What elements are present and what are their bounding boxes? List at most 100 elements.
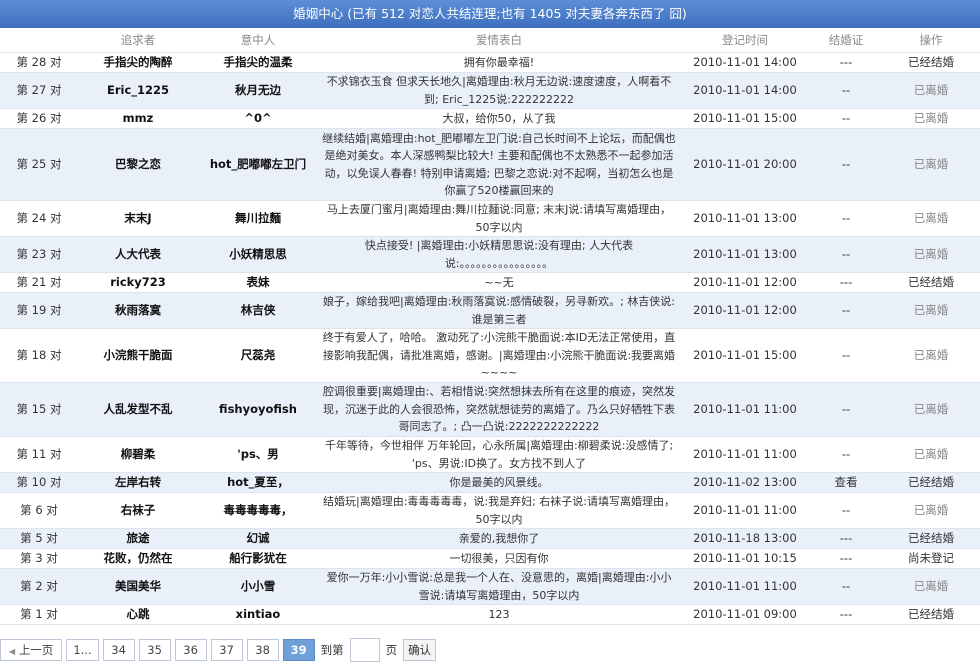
- suitor-name[interactable]: 心跳: [78, 604, 198, 625]
- page-unit-label: 页: [385, 643, 398, 657]
- beloved-name[interactable]: xintiao: [198, 604, 318, 625]
- register-date: 2010-11-01 11:00: [680, 382, 810, 437]
- table-row: 第 3 对花败，仍然在 船行影犹在 一切很美，只因有你 2010-11-01 10:1…: [0, 548, 980, 569]
- table-row: 第 18 对小浣熊干脆面 尺蕊尧 终于有爱人了，哈哈。 激动死了:小浣熊干脆面说:本…: [0, 328, 980, 383]
- certificate-cell: --: [810, 128, 882, 201]
- certificate-cell: --: [810, 292, 882, 329]
- suitor-name[interactable]: 左岸右转: [78, 472, 198, 493]
- pair-number: 第 25 对: [0, 128, 78, 201]
- love-message: 继续结婚|离婚理由:hot_肥嘟嘟左卫门说:自己长时间不上论坛，而配偶也是绝对美…: [318, 128, 680, 201]
- suitor-name[interactable]: 末末J: [78, 200, 198, 237]
- beloved-name[interactable]: fishyoyofish: [198, 382, 318, 437]
- beloved-name[interactable]: 尺蕊尧: [198, 328, 318, 383]
- suitor-name[interactable]: 右袜子: [78, 492, 198, 529]
- suitor-name[interactable]: 花败，仍然在: [78, 548, 198, 569]
- status-divorced: 已离婚: [882, 236, 980, 273]
- register-date: 2010-11-01 14:00: [680, 72, 810, 109]
- beloved-name[interactable]: 小小雪: [198, 568, 318, 605]
- pair-number: 第 11 对: [0, 436, 78, 473]
- beloved-name[interactable]: 'ps、男: [198, 436, 318, 473]
- status-divorced: 已离婚: [882, 128, 980, 201]
- suitor-name[interactable]: 柳碧柔: [78, 436, 198, 473]
- beloved-name[interactable]: hot_肥嘟嘟左卫门: [198, 128, 318, 201]
- table-row: 第 2 对美国美华 小小雪 爱你一万年:小小雪说:总是我一个人在、没意思的，离婚|离…: [0, 568, 980, 605]
- pair-number: 第 27 对: [0, 72, 78, 109]
- beloved-name[interactable]: ^0^: [198, 108, 318, 129]
- love-message: ~~无: [318, 272, 680, 293]
- suitor-name[interactable]: mmz: [78, 108, 198, 129]
- suitor-name[interactable]: 美国美华: [78, 568, 198, 605]
- register-date: 2010-11-01 13:00: [680, 236, 810, 273]
- status-divorced: 已离婚: [882, 108, 980, 129]
- certificate-cell: ---: [810, 548, 882, 569]
- beloved-name[interactable]: 小妖精思思: [198, 236, 318, 273]
- love-message: 腔调很重要|离婚理由:、若相惜说:突然想抹去所有在这里的痕迹，突然发现，沉迷于此…: [318, 382, 680, 437]
- certificate-cell: ---: [810, 52, 882, 73]
- marriage-table: 追求者 意中人 爱情表白 登记时间 结婚证 操作 第 28 对手指尖的陶醉 手指尖…: [0, 28, 980, 625]
- beloved-name[interactable]: 毒毒毒毒毒，: [198, 492, 318, 529]
- col-header-beloved: 意中人: [198, 28, 318, 53]
- status-divorced: 已离婚: [882, 72, 980, 109]
- suitor-name[interactable]: 人乱发型不乱: [78, 382, 198, 437]
- page-title: 婚姻中心 (已有 512 对恋人共结连理;也有 1405 对夫妻各奔东西了 囧): [0, 0, 980, 28]
- suitor-name[interactable]: 手指尖的陶醉: [78, 52, 198, 73]
- suitor-name[interactable]: Eric_1225: [78, 72, 198, 109]
- goto-page-input[interactable]: [349, 638, 380, 662]
- love-message: 一切很美，只因有你: [318, 548, 680, 569]
- table-row: 第 5 对旅途 幻诚 亲爱的,我想你了 2010-11-18 13:00 --- 已经结婚: [0, 528, 980, 549]
- suitor-name[interactable]: ricky723: [78, 272, 198, 293]
- suitor-name[interactable]: 旅途: [78, 528, 198, 549]
- prev-page-button[interactable]: ◀ 上一页: [0, 639, 63, 661]
- pair-number: 第 5 对: [0, 528, 78, 549]
- page-button-38[interactable]: 38: [246, 639, 279, 661]
- beloved-name[interactable]: 表妹: [198, 272, 318, 293]
- beloved-name[interactable]: 船行影犹在: [198, 548, 318, 569]
- beloved-name[interactable]: 舞川拉麵: [198, 200, 318, 237]
- suitor-name[interactable]: 秋雨落寞: [78, 292, 198, 329]
- suitor-name[interactable]: 巴黎之恋: [78, 128, 198, 201]
- beloved-name[interactable]: 秋月无边: [198, 72, 318, 109]
- love-message: 爱你一万年:小小雪说:总是我一个人在、没意思的，离婚|离婚理由:小小雪说:请填写…: [318, 568, 680, 605]
- page-button-35[interactable]: 35: [138, 639, 171, 661]
- chevron-left-icon: ◀: [9, 647, 16, 656]
- suitor-name[interactable]: 人大代表: [78, 236, 198, 273]
- first-page-button[interactable]: 1...: [66, 639, 99, 661]
- page-button-36[interactable]: 36: [174, 639, 207, 661]
- table-header-row: 追求者 意中人 爱情表白 登记时间 结婚证 操作: [0, 28, 980, 53]
- certificate-cell: --: [810, 492, 882, 529]
- love-message: 拥有你最幸福!: [318, 52, 680, 73]
- col-header-action: 操作: [882, 28, 980, 53]
- table-row: 第 28 对手指尖的陶醉 手指尖的温柔 拥有你最幸福! 2010-11-01 14:0…: [0, 52, 980, 73]
- certificate-cell: ---: [810, 604, 882, 625]
- table-row: 第 19 对秋雨落寞 林吉侠 娘子，嫁给我吧|离婚理由:秋雨落寞说:感情破裂，另寻新…: [0, 292, 980, 329]
- pair-number: 第 10 对: [0, 472, 78, 493]
- certificate-cell: ---: [810, 528, 882, 549]
- certificate-cell: --: [810, 436, 882, 473]
- view-certificate-link[interactable]: 查看: [810, 472, 882, 493]
- status-divorced: 已离婚: [882, 568, 980, 605]
- col-header-pair: [0, 28, 78, 53]
- register-date: 2010-11-01 14:00: [680, 52, 810, 73]
- love-message: 不求锦衣玉食 但求天长地久|离婚理由:秋月无边说:速度速度，人啊看不到; Eri…: [318, 72, 680, 109]
- page-button-37[interactable]: 37: [210, 639, 243, 661]
- love-message: 你是最美的风景线。: [318, 472, 680, 493]
- register-date: 2010-11-01 11:00: [680, 436, 810, 473]
- col-header-message: 爱情表白: [318, 28, 680, 53]
- beloved-name[interactable]: hot_夏至，: [198, 472, 318, 493]
- beloved-name[interactable]: 手指尖的温柔: [198, 52, 318, 73]
- suitor-name[interactable]: 小浣熊干脆面: [78, 328, 198, 383]
- certificate-cell: --: [810, 72, 882, 109]
- pair-number: 第 18 对: [0, 328, 78, 383]
- beloved-name[interactable]: 林吉侠: [198, 292, 318, 329]
- table-row: 第 1 对心跳 xintiao 123 2010-11-01 09:00 --- 已经结婚: [0, 604, 980, 625]
- beloved-name[interactable]: 幻诚: [198, 528, 318, 549]
- confirm-button[interactable]: 确认: [403, 639, 437, 661]
- register-date: 2010-11-01 11:00: [680, 568, 810, 605]
- col-header-date: 登记时间: [680, 28, 810, 53]
- pagination: ◀ 上一页 1... 34 35 36 37 38 39 到第 页 确认: [0, 638, 437, 662]
- pair-number: 第 24 对: [0, 200, 78, 237]
- status-married: 已经结婚: [882, 472, 980, 493]
- table-row: 第 15 对人乱发型不乱 fishyoyofish 腔调很重要|离婚理由:、若相惜说…: [0, 382, 980, 437]
- col-header-cert: 结婚证: [810, 28, 882, 53]
- page-button-34[interactable]: 34: [102, 639, 135, 661]
